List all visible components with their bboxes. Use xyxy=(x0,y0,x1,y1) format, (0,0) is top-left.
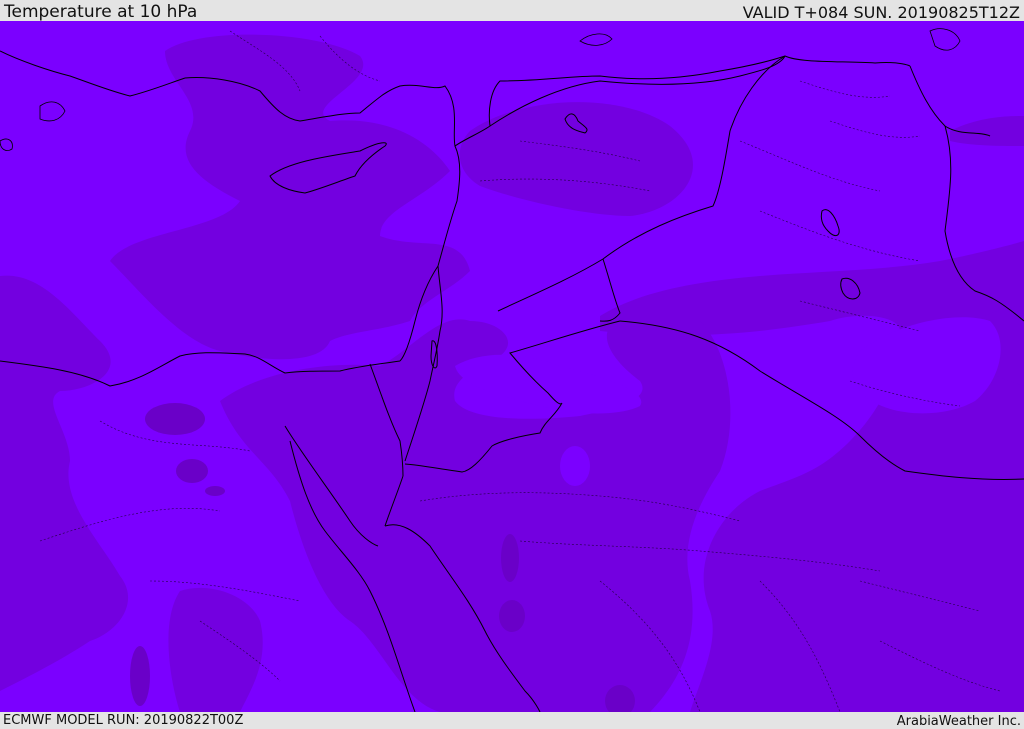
cold-core-2 xyxy=(176,459,208,483)
cold-core-7 xyxy=(130,646,150,706)
valid-time: VALID T+084 SUN. 20190825T12Z xyxy=(742,3,1020,22)
cold-core-5 xyxy=(499,600,525,632)
header-bar: Temperature at 10 hPa VALID T+084 SUN. 2… xyxy=(0,0,1024,21)
provider-label: ArabiaWeather Inc. xyxy=(896,714,1021,729)
footer-bar: ECMWF MODEL RUN: 20190822T00Z ArabiaWeat… xyxy=(0,712,1024,729)
weather-map-frame: Temperature at 10 hPa VALID T+084 SUN. 2… xyxy=(0,0,1024,729)
model-run-label: ECMWF MODEL RUN: 20190822T00Z xyxy=(3,713,244,728)
contour-band-south-west xyxy=(168,587,263,712)
cold-core-3 xyxy=(205,486,225,496)
temperature-map xyxy=(0,21,1024,712)
cold-core-1 xyxy=(145,403,205,435)
map-canvas xyxy=(0,21,1024,712)
cold-core-4 xyxy=(501,534,519,582)
map-title: Temperature at 10 hPa xyxy=(4,2,198,22)
warm-pocket-small xyxy=(560,446,590,486)
